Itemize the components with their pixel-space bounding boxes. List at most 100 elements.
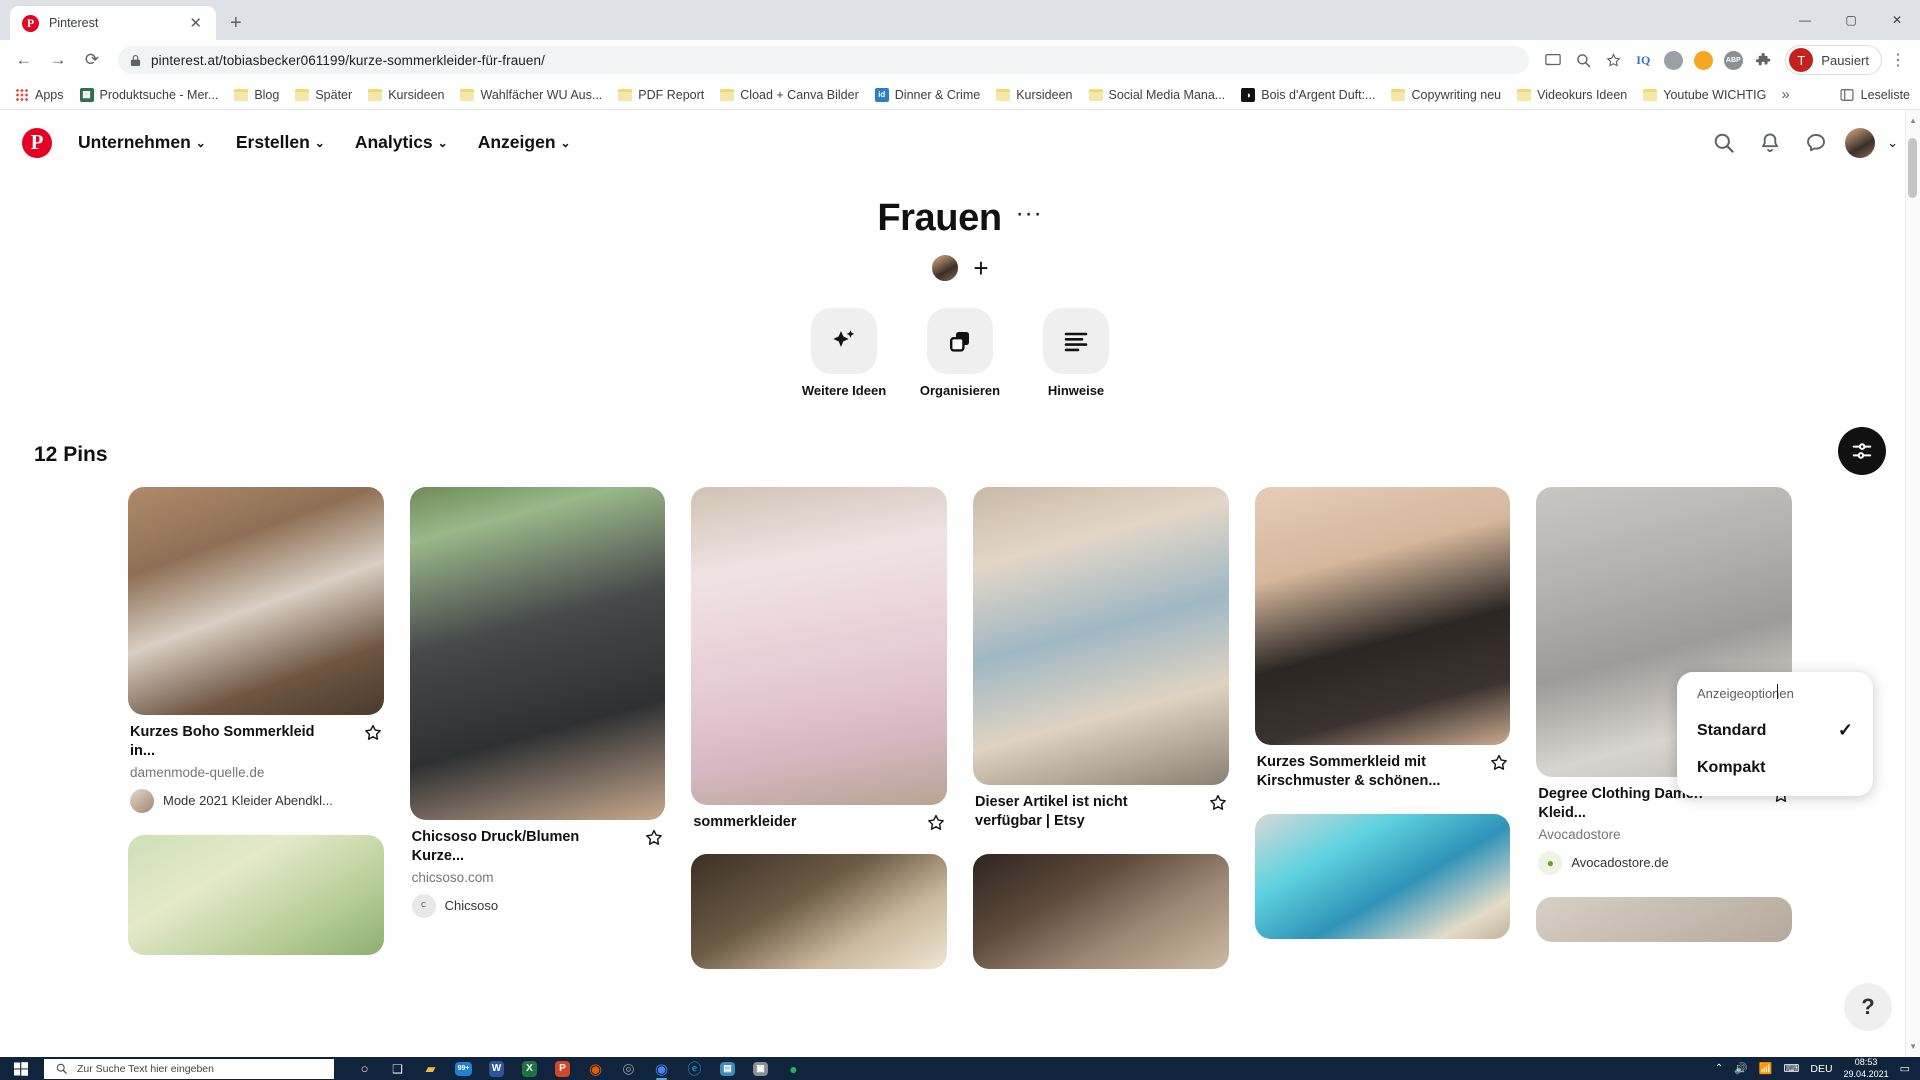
- tab-pinterest[interactable]: P Pinterest ✕: [10, 6, 216, 40]
- language-indicator[interactable]: DEU: [1810, 1063, 1832, 1075]
- action-organisieren[interactable]: Organisieren: [916, 308, 1004, 399]
- bookmark-kursideen-2[interactable]: Kursideen: [989, 85, 1079, 105]
- bookmark-social-media[interactable]: Social Media Mana...: [1082, 85, 1233, 105]
- scrollbar-thumb[interactable]: [1908, 138, 1917, 198]
- taskbar-excel-icon[interactable]: X: [513, 1057, 546, 1080]
- pin-card[interactable]: sommerkleider: [691, 487, 948, 832]
- chevron-down-icon[interactable]: ⌄: [1887, 135, 1898, 151]
- bookmark-kursideen-1[interactable]: Kursideen: [361, 85, 451, 105]
- page-scrollbar[interactable]: ▲ ▼: [1905, 110, 1920, 1057]
- bookmark-blog[interactable]: Blog: [227, 85, 286, 105]
- pin-card[interactable]: [128, 834, 384, 955]
- close-icon[interactable]: ✕: [185, 14, 206, 33]
- chrome-menu-icon[interactable]: ⋮: [1884, 46, 1912, 74]
- taskbar-mail-icon[interactable]: 99+: [447, 1057, 480, 1080]
- summer-dress-balcony-photo[interactable]: [973, 487, 1229, 786]
- bookmark-spaeter[interactable]: Später: [288, 85, 359, 105]
- pin-user[interactable]: ● Avocadostore.de: [1538, 850, 1790, 875]
- keyboard-icon[interactable]: ⌨: [1783, 1062, 1799, 1075]
- action-hinweise[interactable]: Hinweise: [1032, 308, 1120, 399]
- taskbar-photos-icon[interactable]: ▣: [744, 1057, 777, 1080]
- address-bar[interactable]: pinterest.at/tobiasbecker061199/kurze-so…: [118, 46, 1530, 74]
- volume-icon[interactable]: 🔊: [1734, 1062, 1748, 1075]
- taskbar-file-explorer-icon[interactable]: ▰: [414, 1057, 447, 1080]
- bookmark-star-icon[interactable]: [1599, 46, 1627, 74]
- favorite-star-icon[interactable]: [927, 814, 945, 832]
- green-floral-dress-photo[interactable]: [128, 834, 384, 955]
- scroll-up-arrow[interactable]: ▲: [1909, 116, 1917, 125]
- taskbar-word-icon[interactable]: W: [480, 1057, 513, 1080]
- bookmark-cload-canva[interactable]: Cload + Canva Bilder: [713, 85, 865, 105]
- avatar[interactable]: [1845, 127, 1876, 158]
- favorite-star-icon[interactable]: [645, 829, 663, 847]
- minimize-button[interactable]: —: [1782, 0, 1828, 40]
- boho-dress-photo[interactable]: [128, 487, 384, 716]
- display-options-button[interactable]: [1838, 427, 1886, 476]
- pin-card[interactable]: Kurzes Boho Sommerkleid in... damenmode-…: [128, 487, 384, 813]
- pin-card[interactable]: [1254, 813, 1511, 939]
- pink-floral-dress-photo[interactable]: [691, 487, 948, 806]
- taskbar-search[interactable]: Zur Suche Text hier eingeben: [44, 1058, 334, 1079]
- avatar[interactable]: [931, 254, 960, 282]
- pin-card[interactable]: Dieser Artikel ist nicht verfügbar | Ets…: [973, 487, 1229, 831]
- pin-user[interactable]: Mode 2021 Kleider Abendkl...: [130, 788, 382, 813]
- forward-icon[interactable]: →: [42, 44, 74, 76]
- add-collaborator-button[interactable]: +: [973, 255, 988, 281]
- new-tab-button[interactable]: +: [230, 13, 242, 33]
- favorite-star-icon[interactable]: [364, 724, 382, 742]
- taskbar-spotify-icon[interactable]: ●: [777, 1057, 810, 1080]
- extension-iq-icon[interactable]: IQ: [1629, 46, 1657, 74]
- pinterest-logo-icon[interactable]: P: [22, 127, 52, 158]
- bookmark-dinner-crime[interactable]: id Dinner & Crime: [868, 85, 987, 105]
- nav-analytics[interactable]: Analytics ⌄: [343, 124, 460, 161]
- bookmark-pdf-report[interactable]: PDF Report: [611, 85, 711, 105]
- board-options-button[interactable]: ···: [1016, 201, 1043, 229]
- floral-wrap-dress-photo[interactable]: [409, 487, 666, 821]
- pin-card[interactable]: Kurzes Sommerkleid mit Kirschmuster & sc…: [1254, 487, 1511, 791]
- wifi-icon[interactable]: 📶: [1759, 1062, 1773, 1075]
- nav-anzeigen[interactable]: Anzeigen ⌄: [466, 124, 583, 161]
- help-button[interactable]: ?: [1844, 983, 1892, 1031]
- taskbar-task-view-icon[interactable]: ❑: [381, 1057, 414, 1080]
- start-button[interactable]: [0, 1057, 42, 1080]
- taskbar-cortana-icon[interactable]: ○: [348, 1057, 381, 1080]
- nav-unternehmen[interactable]: Unternehmen ⌄: [66, 124, 218, 161]
- taskbar-edge-icon[interactable]: ⓔ: [678, 1057, 711, 1080]
- cast-icon[interactable]: [1539, 46, 1567, 74]
- pin-card[interactable]: [1536, 896, 1793, 942]
- bookmark-produktsuche[interactable]: ▦ Produktsuche - Mer...: [73, 85, 226, 105]
- clock[interactable]: 08:53 29.04.2021: [1844, 1057, 1889, 1080]
- action-weitere-ideen[interactable]: Weitere Ideen: [800, 308, 888, 399]
- window-close-button[interactable]: ✕: [1874, 0, 1920, 40]
- search-icon[interactable]: [1707, 126, 1741, 160]
- bookmark-copywriting[interactable]: Copywriting neu: [1384, 85, 1508, 105]
- extension-orange-icon[interactable]: [1689, 46, 1717, 74]
- maximize-button[interactable]: ▢: [1828, 0, 1874, 40]
- bookmark-wahlfaecher[interactable]: Wahlfächer WU Aus...: [453, 85, 609, 105]
- woman-barn-photo[interactable]: [973, 853, 1229, 969]
- favorite-star-icon[interactable]: [1209, 794, 1227, 812]
- chat-icon[interactable]: [1799, 126, 1833, 160]
- cherry-print-dress-photo[interactable]: [1254, 487, 1511, 746]
- reload-icon[interactable]: ⟳: [76, 44, 108, 76]
- dropdown-item-standard[interactable]: Standard ✓: [1677, 711, 1873, 750]
- bookmark-youtube[interactable]: Youtube WICHTIG: [1636, 85, 1773, 105]
- extension-abp-icon[interactable]: ABP: [1719, 46, 1747, 74]
- pin-card[interactable]: Chicsoso Druck/Blumen Kurze... chicsoso.…: [409, 487, 666, 918]
- hat-dress-photo[interactable]: [691, 854, 948, 970]
- pin-user[interactable]: C Chicsoso: [411, 893, 664, 918]
- bookmark-bois-dargent[interactable]: ◑ Bois d'Argent Duft:...: [1234, 85, 1382, 105]
- extension-gray-icon[interactable]: [1659, 46, 1687, 74]
- taskbar-chrome-icon[interactable]: ◉: [645, 1057, 678, 1080]
- pin-card[interactable]: [691, 854, 948, 970]
- partial-dress-photo[interactable]: [1536, 896, 1793, 942]
- taskbar-editor-icon[interactable]: ▤: [711, 1057, 744, 1080]
- taskbar-powerpoint-icon[interactable]: P: [546, 1057, 579, 1080]
- scroll-down-arrow[interactable]: ▼: [1909, 1042, 1917, 1051]
- turquoise-dress-photo[interactable]: [1254, 813, 1511, 939]
- zoom-icon[interactable]: [1569, 46, 1597, 74]
- nav-erstellen[interactable]: Erstellen ⌄: [224, 124, 337, 161]
- dropdown-item-kompakt[interactable]: Kompakt: [1677, 750, 1873, 786]
- back-icon[interactable]: ←: [8, 44, 40, 76]
- reading-list-button[interactable]: Leseliste: [1840, 88, 1910, 102]
